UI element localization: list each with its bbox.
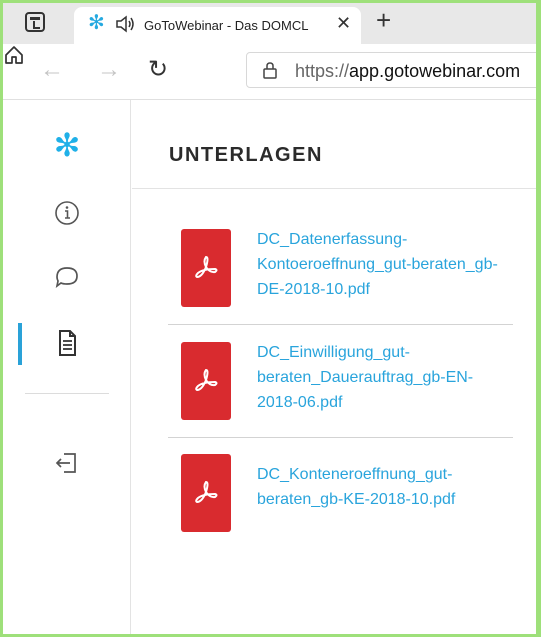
document-link[interactable]: DC_Konteneroeffnung_gut-beraten_gb-KE-20…	[257, 462, 507, 512]
url-prefix: https://	[295, 61, 350, 81]
panel-divider	[132, 188, 536, 189]
documents-panel: UNTERLAGEN DC_Datenerfassung-Kontoeroeff…	[132, 100, 536, 634]
reload-icon[interactable]: ↻	[148, 58, 168, 82]
gotowebinar-logo-icon[interactable]: ✻	[50, 128, 84, 162]
plus-icon[interactable]: +	[376, 7, 391, 33]
pdf-icon[interactable]	[181, 342, 231, 420]
close-icon[interactable]: ✕	[336, 13, 351, 34]
pdf-icon[interactable]	[181, 229, 231, 307]
speaker-icon[interactable]	[115, 15, 135, 33]
list-item[interactable]: DC_Konteneroeffnung_gut-beraten_gb-KE-20…	[168, 438, 513, 551]
sidebar-divider	[25, 393, 109, 394]
back-arrow-icon[interactable]: ←	[40, 58, 64, 82]
list-item[interactable]: DC_Einwilligung_gut-beraten_Dauerauftrag…	[168, 325, 513, 438]
url-host: app.gotowebinar.com	[349, 61, 521, 81]
chat-bubble-icon[interactable]	[50, 260, 84, 294]
info-icon[interactable]	[50, 196, 84, 230]
tab-bar: ✻ GoToWebinar - Das DOMCL ✕ +	[3, 3, 536, 44]
forward-arrow-icon[interactable]: →	[97, 58, 121, 82]
document-link[interactable]: DC_Datenerfassung-Kontoeroeffnung_gut-be…	[257, 227, 507, 302]
panel-title: UNTERLAGEN	[169, 144, 323, 166]
browser-window: ✻ GoToWebinar - Das DOMCL ✕ + ← → ↻ http…	[0, 0, 541, 637]
tab-title: GoToWebinar - Das DOMCL	[144, 18, 309, 33]
list-item[interactable]: DC_Datenerfassung-Kontoeroeffnung_gut-be…	[168, 212, 513, 325]
active-indicator	[18, 323, 22, 365]
document-link[interactable]: DC_Einwilligung_gut-beraten_Dauerauftrag…	[257, 340, 507, 415]
home-icon[interactable]	[3, 46, 25, 70]
exit-icon[interactable]	[50, 446, 84, 480]
pdf-icon[interactable]	[181, 454, 231, 532]
browser-tab[interactable]: ✻ GoToWebinar - Das DOMCL ✕	[74, 7, 361, 44]
address-toolbar: ← → ↻ https://app.gotowebinar.com	[3, 44, 536, 100]
sidebar: ✻	[3, 100, 131, 634]
address-bar[interactable]: https://app.gotowebinar.com	[246, 52, 536, 88]
snowflake-icon: ✻	[88, 12, 105, 34]
url-text: https://app.gotowebinar.com	[295, 61, 520, 82]
document-icon[interactable]	[50, 326, 84, 360]
tab-actions-icon[interactable]	[25, 12, 45, 32]
lock-icon[interactable]	[262, 61, 278, 79]
